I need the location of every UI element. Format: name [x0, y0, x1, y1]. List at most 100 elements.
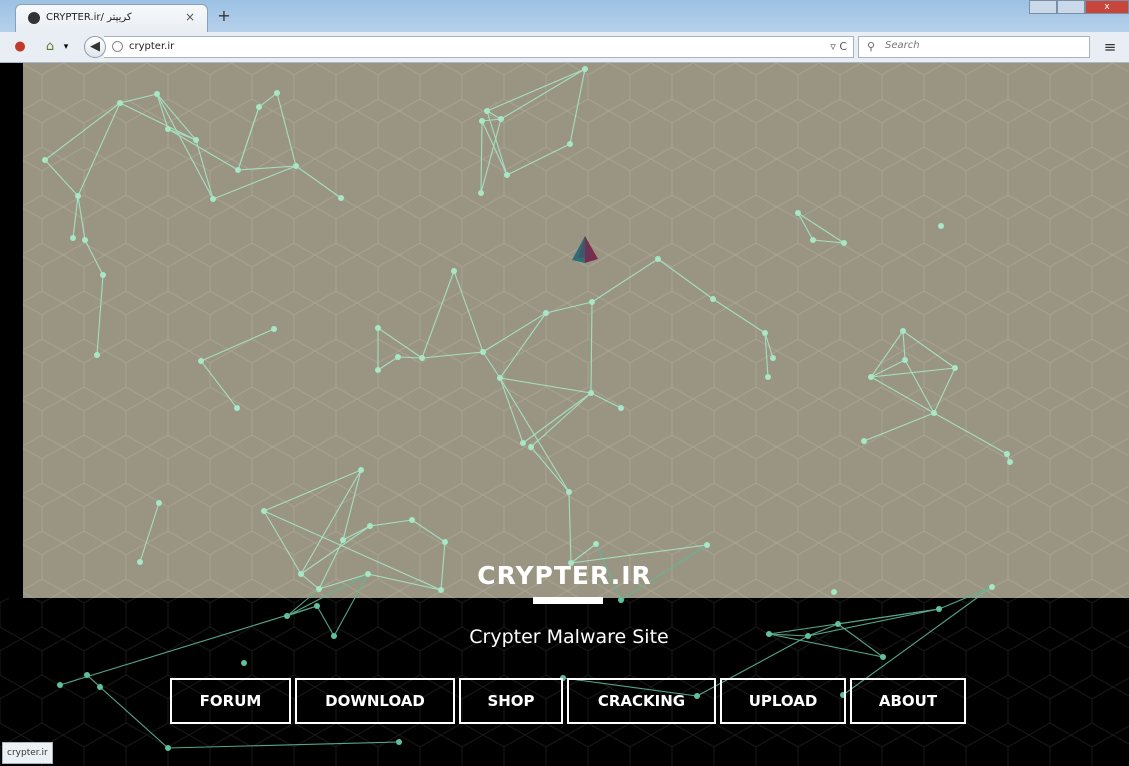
- nav-cracking-button[interactable]: CRACKING: [567, 678, 716, 724]
- network-node: [543, 310, 549, 316]
- status-bar: crypter.ir: [2, 742, 53, 764]
- browser-tab[interactable]: CRYPTER.ir/ کریپتر ×: [15, 4, 208, 32]
- network-node: [498, 116, 504, 122]
- network-node: [589, 299, 595, 305]
- network-node: [582, 66, 588, 72]
- network-node: [100, 272, 106, 278]
- network-node: [528, 444, 534, 450]
- network-node: [618, 597, 624, 603]
- tab-title: CRYPTER.ir/ کریپتر: [46, 12, 132, 23]
- network-node: [442, 539, 448, 545]
- network-node: [1007, 459, 1013, 465]
- network-node: [409, 517, 415, 523]
- network-node: [375, 367, 381, 373]
- network-node: [880, 654, 886, 660]
- network-node: [868, 374, 874, 380]
- url-bar[interactable]: crypter.ir ▿ C: [104, 36, 854, 58]
- network-node: [655, 256, 661, 262]
- network-node: [588, 390, 594, 396]
- reload-icon[interactable]: ▿ C: [830, 40, 847, 53]
- network-node: [451, 268, 457, 274]
- network-node: [479, 118, 485, 124]
- network-node: [567, 141, 573, 147]
- window-close-button[interactable]: x: [1085, 0, 1129, 14]
- network-node: [256, 104, 262, 110]
- network-node: [358, 467, 364, 473]
- network-node: [314, 603, 320, 609]
- network-node: [710, 296, 716, 302]
- new-tab-button[interactable]: +: [216, 6, 232, 25]
- search-bar[interactable]: ⚲: [858, 36, 1090, 58]
- network-node: [861, 438, 867, 444]
- network-node: [795, 210, 801, 216]
- network-node: [375, 325, 381, 331]
- network-node: [419, 355, 425, 361]
- network-node: [762, 330, 768, 336]
- tab-close-icon[interactable]: ×: [185, 10, 195, 24]
- network-node: [770, 355, 776, 361]
- network-node: [274, 90, 280, 96]
- network-node: [936, 606, 942, 612]
- network-node: [340, 537, 346, 543]
- network-node: [261, 508, 267, 514]
- navigation-toolbar: ● ⌂ ▾ crypter.ir ▿ C ◀ ⚲ ≡: [0, 32, 1129, 63]
- minimize-button[interactable]: [1029, 0, 1057, 14]
- chevron-down-icon[interactable]: ▾: [58, 39, 74, 55]
- network-node: [593, 541, 599, 547]
- firefox-icon[interactable]: ●: [12, 39, 28, 55]
- network-node: [235, 167, 241, 173]
- title-underline: [533, 597, 603, 604]
- network-node: [367, 523, 373, 529]
- nav-download-button[interactable]: DOWNLOAD: [295, 678, 455, 724]
- site-title: CRYPTER.IR: [477, 561, 652, 590]
- network-node: [271, 326, 277, 332]
- network-node: [765, 374, 771, 380]
- network-node: [241, 660, 247, 666]
- network-node: [497, 375, 503, 381]
- network-node: [504, 172, 510, 178]
- network-node: [1004, 451, 1010, 457]
- search-icon: ⚲: [867, 40, 876, 53]
- network-node: [480, 349, 486, 355]
- network-node: [75, 193, 81, 199]
- network-node: [234, 405, 240, 411]
- network-node: [931, 410, 937, 416]
- network-node: [198, 358, 204, 364]
- network-node: [82, 237, 88, 243]
- network-node: [57, 682, 63, 688]
- network-node: [293, 163, 299, 169]
- globe-icon: [112, 41, 123, 52]
- network-node: [193, 137, 199, 143]
- network-node: [210, 196, 216, 202]
- search-input[interactable]: [883, 39, 1087, 52]
- network-node: [165, 745, 171, 751]
- nav-about-button[interactable]: ABOUT: [850, 678, 966, 724]
- network-node: [84, 672, 90, 678]
- network-node: [70, 235, 76, 241]
- network-node: [478, 190, 484, 196]
- nav-shop-button[interactable]: SHOP: [459, 678, 563, 724]
- page-viewport: CRYPTER.IR Crypter Malware Site FORUM DO…: [0, 63, 1129, 766]
- network-node: [156, 500, 162, 506]
- network-node: [117, 100, 123, 106]
- window-controls: x: [1029, 0, 1129, 14]
- network-node: [810, 237, 816, 243]
- network-node: [704, 542, 710, 548]
- nav-upload-button[interactable]: UPLOAD: [720, 678, 846, 724]
- url-text[interactable]: crypter.ir: [129, 41, 174, 52]
- network-node: [284, 613, 290, 619]
- hamburger-menu-icon[interactable]: ≡: [1100, 38, 1120, 56]
- network-node: [520, 440, 526, 446]
- nav-forum-button[interactable]: FORUM: [170, 678, 291, 724]
- network-node: [338, 195, 344, 201]
- network-node: [938, 223, 944, 229]
- network-animation: [0, 63, 1129, 766]
- network-node: [484, 108, 490, 114]
- site-favicon-icon: [28, 12, 40, 24]
- maximize-button[interactable]: [1057, 0, 1085, 14]
- network-node: [94, 352, 100, 358]
- network-node: [154, 91, 160, 97]
- hex-grid-light: [23, 63, 1129, 598]
- home-icon[interactable]: ⌂: [42, 39, 58, 55]
- back-arrow-icon[interactable]: ◀: [84, 36, 106, 58]
